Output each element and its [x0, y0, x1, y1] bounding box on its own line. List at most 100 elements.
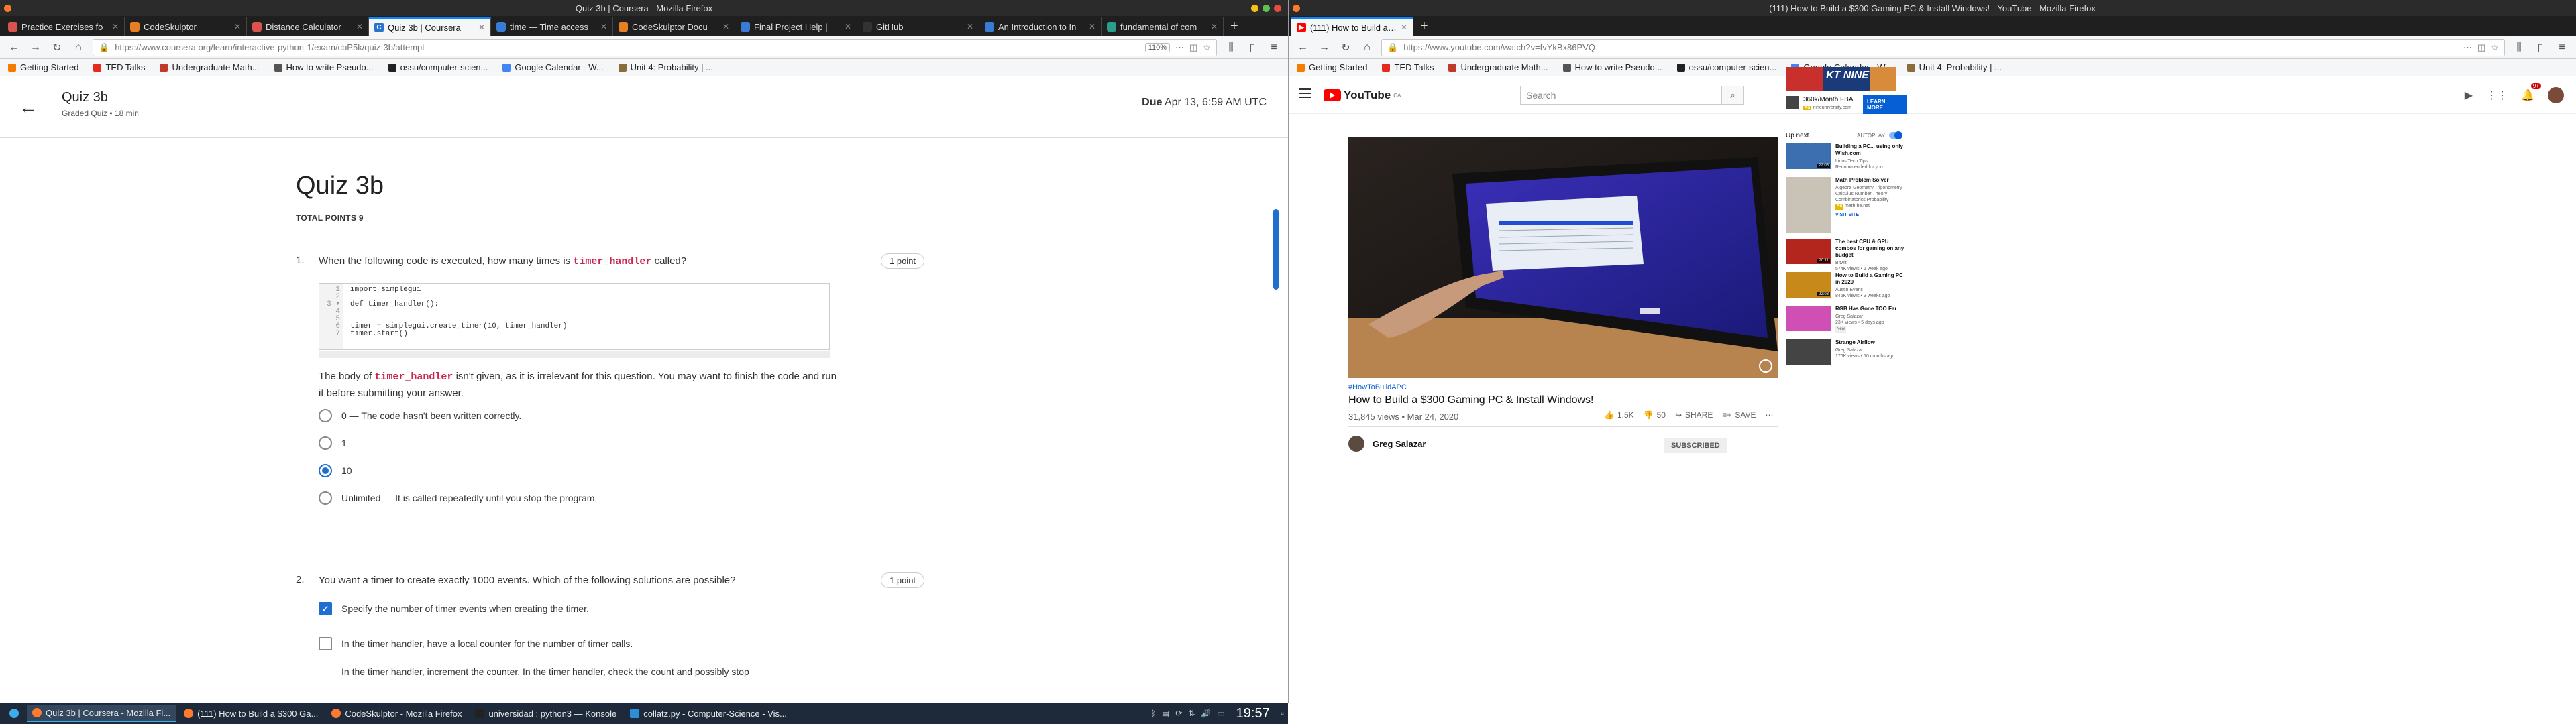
channel-name[interactable]: Greg Salazar — [1373, 439, 1426, 449]
tab-fundamental[interactable]: fundamental of com ✕ — [1102, 17, 1224, 36]
home-icon[interactable]: ⌂ — [1360, 40, 1375, 55]
apps-grid-icon[interactable]: ⋮⋮ — [2486, 88, 2508, 102]
tab-close-icon[interactable]: ✕ — [478, 23, 485, 32]
url-bar[interactable]: 🔒 https://www.coursera.org/learn/interac… — [93, 38, 1217, 56]
ad-banner[interactable]: KT NINE — [1786, 67, 1896, 90]
tab-codeskulptor-docs[interactable]: CodeSkulptor Docu ✕ — [613, 17, 735, 36]
video-thumbnail[interactable] — [1786, 177, 1831, 233]
sidebar-icon[interactable]: ▯ — [2533, 40, 2548, 55]
scrollbar[interactable] — [1273, 209, 1279, 290]
library-icon[interactable]: ⫼ — [1224, 40, 1238, 55]
new-tab-button[interactable]: + — [1224, 17, 1245, 36]
pocket-icon[interactable]: ◫ — [2477, 42, 2485, 53]
reload-icon[interactable]: ↻ — [50, 40, 64, 55]
create-video-icon[interactable]: ▶ — [2465, 88, 2473, 102]
video-player[interactable] — [1348, 137, 1778, 378]
channel-avatar[interactable] — [1348, 436, 1364, 452]
code-text[interactable]: import simplegui def timer_handler(): ti… — [350, 286, 567, 338]
show-desktop-icon[interactable]: ▫ — [1281, 709, 1284, 718]
tab-close-icon[interactable]: ✕ — [722, 22, 729, 32]
answer-option[interactable]: Unlimited — It is called repeatedly unti… — [319, 491, 597, 505]
taskbar-item-coursera[interactable]: Quiz 3b | Coursera - Mozilla Fi... — [27, 705, 176, 722]
clipboard-icon[interactable]: ▤ — [1162, 709, 1169, 718]
page-actions-icon[interactable]: ⋯ — [1175, 42, 1184, 53]
bookmark-undergraduate-math[interactable]: Undergraduate Math... — [1448, 62, 1548, 72]
radio-button[interactable] — [319, 491, 332, 505]
hamburger-menu-icon[interactable] — [1299, 88, 1311, 101]
maximize-icon[interactable] — [1263, 4, 1270, 12]
back-icon[interactable]: ← — [7, 40, 21, 55]
recommendation-card-ad[interactable]: Math Problem Solver Algebra Geometry Trig… — [1786, 177, 1907, 233]
tab-close-icon[interactable]: ✕ — [1089, 22, 1095, 32]
network-icon[interactable]: ⇅ — [1188, 709, 1195, 718]
save-button[interactable]: ≡+ SAVE — [1722, 410, 1756, 420]
new-tab-button[interactable]: + — [1413, 17, 1435, 36]
avatar[interactable] — [2548, 87, 2564, 103]
tab-close-icon[interactable]: ✕ — [1401, 23, 1407, 32]
tab-distance-calculator[interactable]: Distance Calculator ✕ — [247, 17, 369, 36]
recommendation-card[interactable]: 22:05 Building a PC... using only Wish.c… — [1786, 143, 1907, 170]
visit-site-button[interactable]: VISIT SITE — [1835, 212, 1907, 218]
search-input[interactable]: Search — [1520, 86, 1721, 105]
tab-time-access[interactable]: time — Time access ✕ — [491, 17, 613, 36]
url-bar[interactable]: 🔒 https://www.youtube.com/watch?v=fvYkBx… — [1381, 38, 2505, 56]
share-button[interactable]: ↪ SHARE — [1675, 410, 1713, 420]
checkbox-checked[interactable]: ✓ — [319, 602, 332, 615]
home-icon[interactable]: ⌂ — [71, 40, 86, 55]
video-thumbnail[interactable]: 22:05 — [1786, 143, 1831, 169]
bookmark-undergraduate-math[interactable]: Undergraduate Math... — [160, 62, 260, 72]
taskbar-item-codeskulptor[interactable]: CodeSkulptor - Mozilla Firefox — [326, 705, 467, 722]
bookmark-ossu[interactable]: ossu/computer-scien... — [388, 62, 488, 72]
video-hashtag[interactable]: #HowToBuildAPC — [1348, 383, 1407, 391]
search-icon[interactable]: ⌕ — [1721, 86, 1744, 105]
tab-introduction[interactable]: An Introduction to In ✕ — [979, 17, 1102, 36]
dislike-button[interactable]: 👎 50 — [1644, 410, 1666, 420]
recommendation-card[interactable]: 20:11 The best CPU & GPU combos for gami… — [1786, 239, 1907, 272]
tab-close-icon[interactable]: ✕ — [112, 22, 119, 32]
tab-youtube-video[interactable]: ▶ (111) How to Build a $3 ✕ — [1291, 17, 1413, 36]
tab-close-icon[interactable]: ✕ — [845, 22, 851, 32]
radio-button-selected[interactable] — [319, 464, 332, 477]
clock[interactable]: 19:57 — [1236, 706, 1270, 721]
volume-icon[interactable]: 🔊 — [1201, 709, 1211, 718]
window-menu-icon[interactable] — [1293, 4, 1300, 12]
tab-close-icon[interactable]: ✕ — [234, 22, 241, 32]
tab-final-project-help[interactable]: Final Project Help | ✕ — [735, 17, 857, 36]
updates-icon[interactable]: ⟳ — [1175, 709, 1182, 718]
recommendation-card[interactable]: RGB Has Gone TOO Far Greg Salazar 23K view… — [1786, 306, 1907, 333]
bookmark-ossu[interactable]: ossu/computer-scien... — [1676, 62, 1776, 72]
video-thumbnail[interactable]: 20:11 — [1786, 239, 1831, 264]
recommendation-card[interactable]: 22:03 How to Build a Gaming PC in 2020 Au… — [1786, 272, 1907, 299]
zoom-level[interactable]: 110% — [1144, 42, 1171, 52]
tab-practice-exercises[interactable]: Practice Exercises fo ✕ — [3, 17, 125, 36]
menu-icon[interactable]: ≡ — [1267, 40, 1281, 55]
bookmark-google-calendar[interactable]: Google Calendar - W... — [502, 62, 604, 72]
bookmark-ted-talks[interactable]: TED Talks — [93, 62, 145, 72]
bookmark-pseudo[interactable]: How to write Pseudo... — [1562, 62, 1662, 72]
subscribed-button[interactable]: SUBSCRIBED — [1664, 438, 1727, 453]
menu-icon[interactable]: ≡ — [2555, 40, 2569, 55]
answer-option[interactable]: 10 — [319, 464, 352, 477]
minimize-icon[interactable] — [1251, 4, 1258, 12]
window-controls[interactable] — [1251, 4, 1281, 12]
tab-codeskulptor[interactable]: CodeSkulptor ✕ — [125, 17, 247, 36]
taskbar-item-konsole[interactable]: universidad : python3 — Konsole — [470, 705, 622, 722]
battery-icon[interactable]: ▭ — [1217, 709, 1224, 718]
page-actions-icon[interactable]: ⋯ — [2463, 42, 2472, 53]
tab-close-icon[interactable]: ✕ — [600, 22, 607, 32]
radio-button[interactable] — [319, 409, 332, 422]
learn-more-button[interactable]: LEARN MORE — [1863, 95, 1907, 114]
bookmark-unit4[interactable]: Unit 4: Probability | ... — [618, 62, 713, 72]
tab-close-icon[interactable]: ✕ — [967, 22, 973, 32]
taskbar-item-vscode[interactable]: collatz.py - Computer-Science - Vis... — [625, 705, 792, 722]
answer-option[interactable]: 1 — [319, 436, 347, 450]
window-menu-icon[interactable] — [4, 4, 11, 12]
notifications-bell-icon[interactable]: 🔔 9+ — [2521, 83, 2541, 102]
library-icon[interactable]: ⫼ — [2512, 40, 2526, 55]
back-arrow-icon[interactable]: ← — [19, 97, 38, 118]
video-thumbnail[interactable] — [1786, 306, 1831, 331]
bookmark-star-icon[interactable]: ☆ — [2491, 42, 2499, 53]
answer-option[interactable]: 0 — The code hasn't been written correct… — [319, 409, 521, 422]
code-editor[interactable]: 1 2 3 ▾ 4 5 6 7 import simplegui def tim… — [319, 283, 830, 350]
answer-option[interactable]: ✓ Specify the number of timer events when… — [319, 602, 589, 615]
